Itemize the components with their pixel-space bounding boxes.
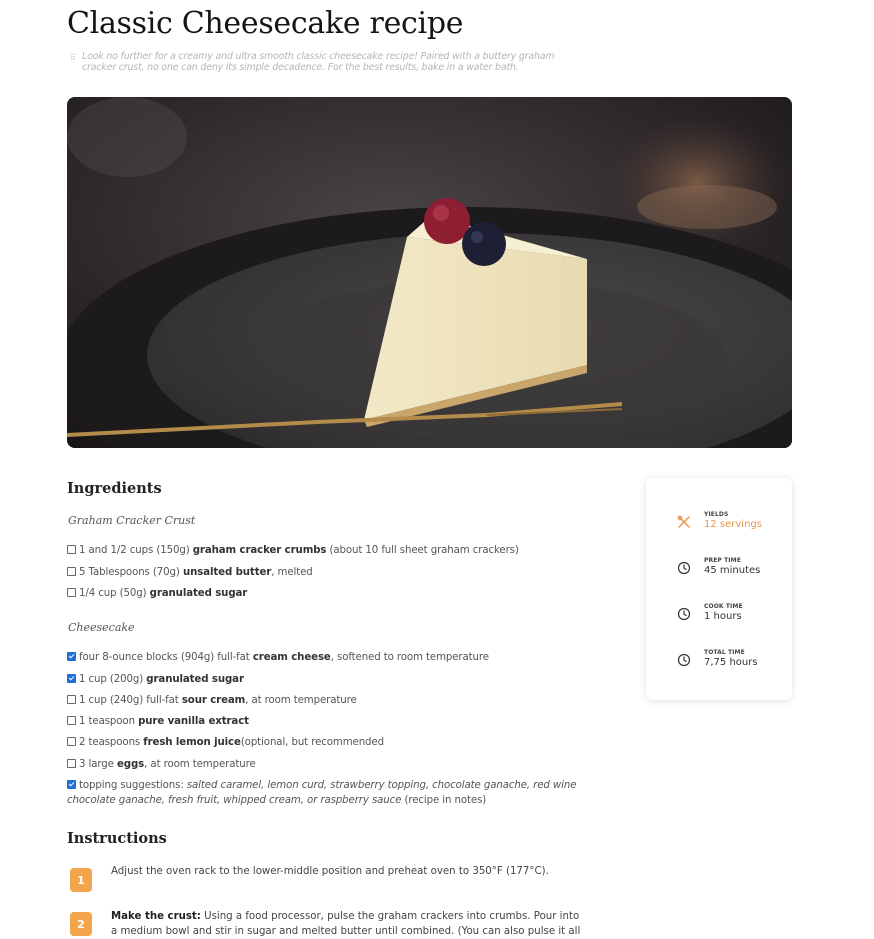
meta-value: 1 hours (704, 611, 742, 622)
ingredient-item[interactable]: 1 cup (200g) granulated sugar (67, 672, 587, 687)
meta-total-time: TOTAL TIME 7,75 hours (646, 649, 792, 679)
clock-icon (677, 607, 691, 621)
ingredient-item[interactable]: 1 cup (240g) full-fat sour cream, at roo… (67, 693, 587, 708)
ingredient-checkbox[interactable] (67, 759, 76, 768)
crust-subheading: Graham Cracker Crust (68, 514, 196, 527)
recipe-title: Classic Cheesecake recipe (67, 6, 464, 41)
recipe-description: Look no further for a creamy and ultra s… (82, 51, 555, 73)
ingredient-item[interactable]: 2 teaspoons fresh lemon juice(optional, … (67, 735, 587, 750)
ingredient-item[interactable]: 3 large eggs, at room temperature (67, 757, 587, 772)
ingredient-item-topping[interactable]: topping suggestions: salted caramel, lem… (67, 778, 587, 808)
step-number-badge: 1 (70, 868, 92, 892)
step-number-badge: 2 (70, 912, 92, 936)
cheesecake-subheading: Cheesecake (68, 621, 135, 634)
meta-label: YIELDS (704, 511, 729, 518)
ingredient-checkbox[interactable] (67, 567, 76, 576)
ingredient-checkbox[interactable] (67, 780, 76, 789)
ingredient-item[interactable]: 1 and 1/2 cups (150g) graham cracker cru… (67, 543, 587, 558)
step-text: Make the crust: Using a food processor, … (111, 911, 581, 937)
meta-cook-time: COOK TIME 1 hours (646, 603, 792, 633)
meta-label: TOTAL TIME (704, 649, 745, 656)
ingredients-heading: Ingredients (67, 480, 162, 497)
ingredient-item[interactable]: 5 Tablespoons (70g) unsalted butter, mel… (67, 565, 587, 580)
meta-value: 45 minutes (704, 565, 761, 576)
meta-value: 12 servings (704, 519, 762, 530)
meta-value: 7,75 hours (704, 657, 758, 668)
instructions-heading: Instructions (67, 830, 167, 847)
meta-label: COOK TIME (704, 603, 743, 610)
recipe-meta-card: YIELDS 12 servings PREP TIME 45 minutes … (646, 478, 792, 700)
step-text: Adjust the oven rack to the lower-middle… (111, 866, 549, 877)
meta-prep-time: PREP TIME 45 minutes (646, 557, 792, 587)
ingredient-checkbox[interactable] (67, 695, 76, 704)
ingredient-checkbox[interactable] (67, 737, 76, 746)
ingredient-checkbox[interactable] (67, 716, 76, 725)
meta-yields: YIELDS 12 servings (646, 511, 792, 541)
ingredient-checkbox[interactable] (67, 652, 76, 661)
drag-handle-icon: ⠿ (70, 53, 76, 62)
ingredient-item[interactable]: 1 teaspoon pure vanilla extract (67, 714, 587, 729)
meta-label: PREP TIME (704, 557, 741, 564)
utensils-icon (677, 515, 690, 528)
cheesecake-photo (67, 97, 792, 448)
ingredient-item[interactable]: 1/4 cup (50g) granulated sugar (67, 586, 587, 601)
ingredient-checkbox[interactable] (67, 674, 76, 683)
clock-icon (677, 561, 691, 575)
ingredient-checkbox[interactable] (67, 545, 76, 554)
ingredient-item[interactable]: four 8-ounce blocks (904g) full-fat crea… (67, 650, 587, 665)
recipe-summary: ⠿ Look no further for a creamy and ultra… (70, 51, 590, 73)
clock-icon (677, 653, 691, 667)
ingredient-checkbox[interactable] (67, 588, 76, 597)
recipe-hero-image (67, 97, 792, 448)
